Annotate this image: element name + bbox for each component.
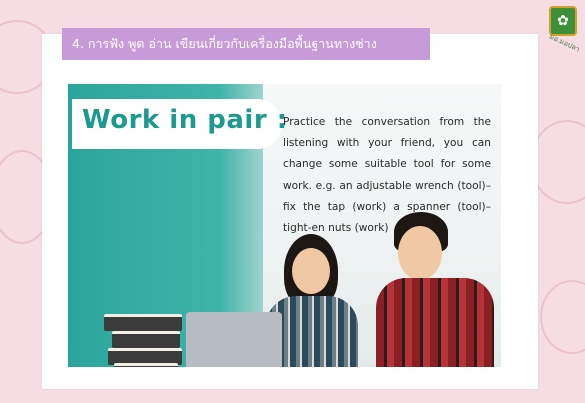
floral-decoration	[540, 280, 585, 354]
work-in-pair-heading: Work in pair :	[82, 105, 288, 135]
laptop	[186, 312, 282, 367]
floral-decoration	[530, 120, 585, 204]
topic-title-bar: 4. การฟัง พูด อ่าน เขียนเกี่ยวกับเครื่อง…	[62, 28, 430, 60]
instructions-text: Practice the conversation from the liste…	[283, 116, 491, 235]
